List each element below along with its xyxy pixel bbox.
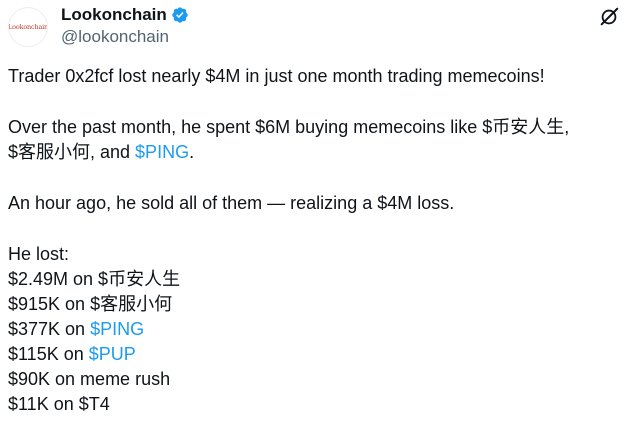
tweet-paragraph-1: Trader 0x2fcf lost nearly $4M in just on… bbox=[8, 66, 545, 86]
tweet-punctuation: . bbox=[189, 142, 195, 162]
loss-text: $90K on meme rush bbox=[8, 369, 171, 389]
author-names: Lookonchain @lookonchain bbox=[61, 4, 189, 47]
cashtag-link[interactable]: $PING bbox=[135, 142, 189, 162]
grok-icon[interactable] bbox=[598, 6, 620, 28]
tweet-header: Lookonchain Lookonchain @lookonchain bbox=[8, 4, 620, 48]
loss-text: $2.49M on $币安人生 bbox=[8, 269, 181, 289]
cashtag-link[interactable]: $PING bbox=[90, 319, 144, 339]
loss-line: $2.49M on $币安人生 bbox=[8, 267, 628, 292]
tweet-line: Over the past month, he spent $6M buying… bbox=[8, 117, 570, 137]
tweet-line: $客服小何, and bbox=[8, 142, 136, 162]
tweet-paragraph-4: He lost: $2.49M on $币安人生 $915K on $客服小何 … bbox=[8, 242, 628, 417]
loss-line: $11K on $T4 bbox=[8, 392, 628, 417]
handle[interactable]: @lookonchain bbox=[61, 27, 189, 47]
tweet-paragraph-2: Over the past month, he spent $6M buying… bbox=[8, 115, 628, 165]
loss-text: $377K on bbox=[8, 319, 91, 339]
display-name[interactable]: Lookonchain bbox=[61, 5, 167, 25]
loss-line: $915K on $客服小何 bbox=[8, 292, 628, 317]
verified-badge-icon bbox=[172, 7, 188, 23]
loss-text: $11K on $T4 bbox=[8, 394, 110, 414]
loss-text: $115K on bbox=[8, 344, 89, 364]
display-name-row: Lookonchain bbox=[61, 4, 189, 26]
loss-line: $115K on $PUP bbox=[8, 342, 628, 367]
loss-text: $915K on $客服小何 bbox=[8, 294, 173, 314]
tweet-paragraph-3: An hour ago, he sold all of them — reali… bbox=[8, 193, 455, 213]
loss-heading: He lost: bbox=[8, 244, 70, 264]
loss-line: $90K on meme rush bbox=[8, 367, 628, 392]
avatar-logo-text: Lookonchain bbox=[8, 23, 48, 31]
cashtag-link[interactable]: $PUP bbox=[89, 344, 136, 364]
loss-line: $377K on $PING bbox=[8, 317, 628, 342]
avatar[interactable]: Lookonchain bbox=[8, 7, 48, 47]
tweet-body: Trader 0x2fcf lost nearly $4M in just on… bbox=[8, 64, 628, 417]
